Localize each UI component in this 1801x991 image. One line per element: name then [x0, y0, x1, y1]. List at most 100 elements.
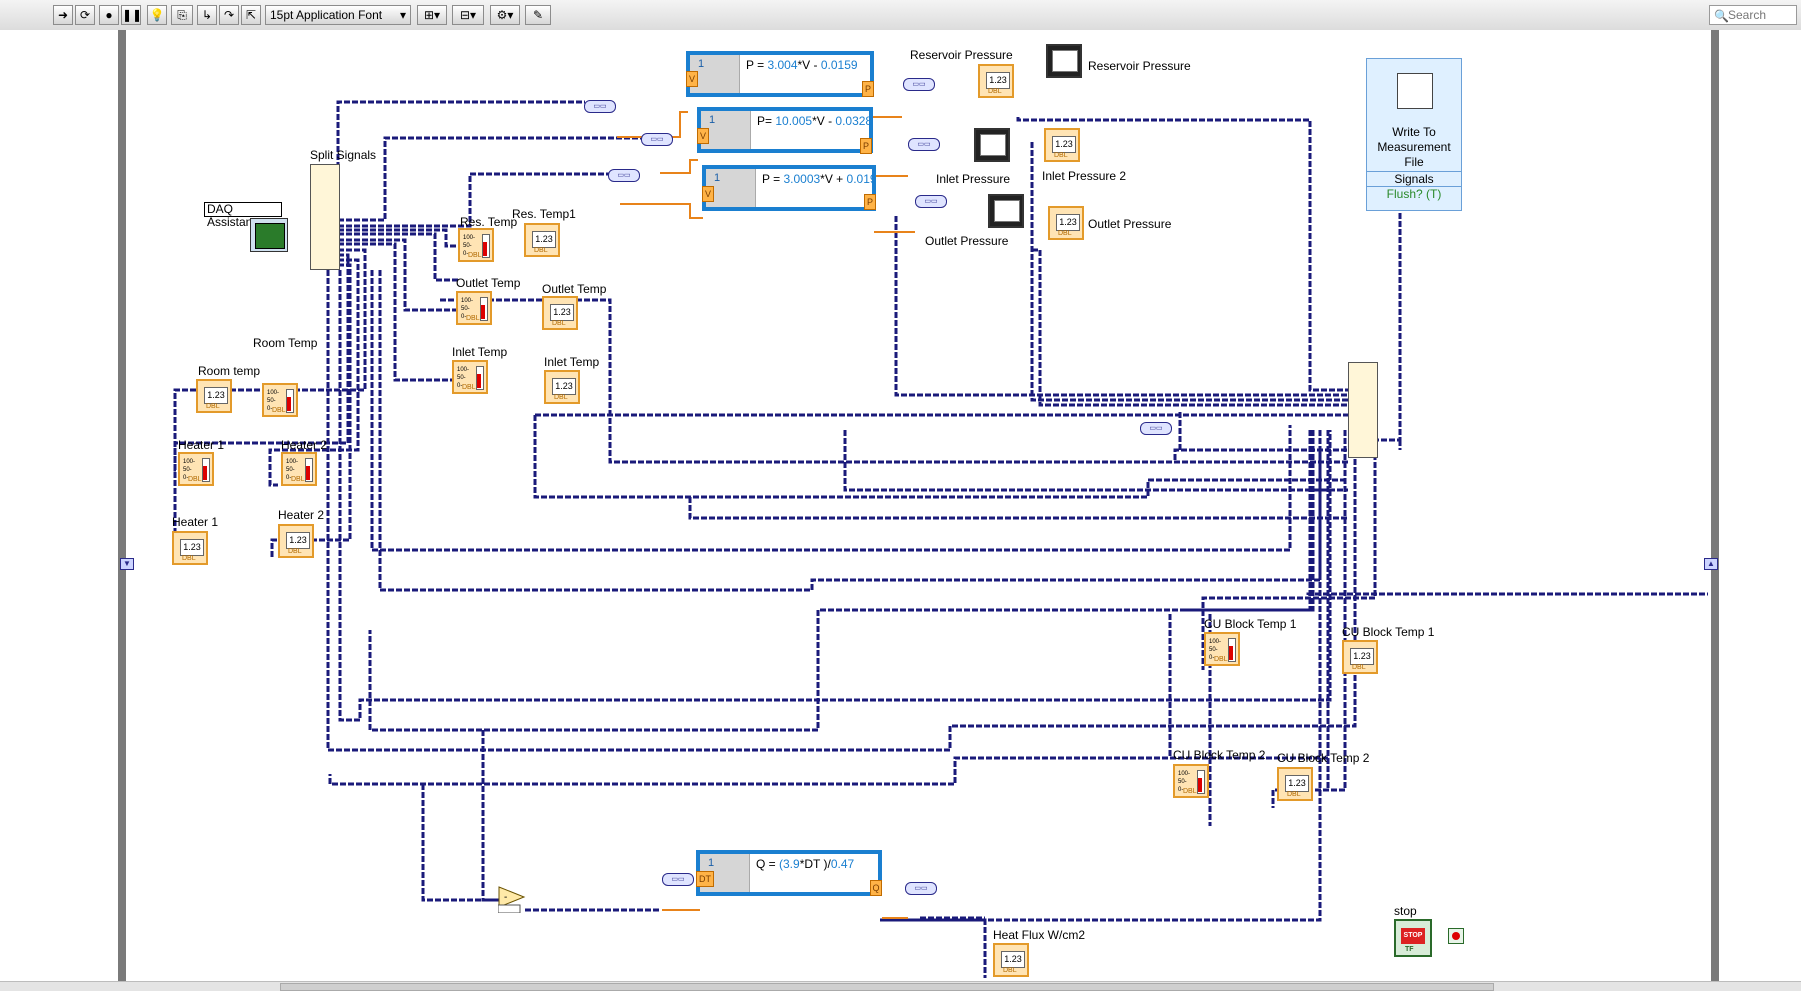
room-temp-thermometer[interactable]: 100- 50- 0- DBL	[262, 383, 298, 417]
formula-node-reservoir[interactable]: 1 P = 3.004*V - 0.0159	[686, 51, 874, 97]
to-dynamic-data-node[interactable]: ▭▭	[903, 78, 935, 91]
search-box[interactable]: 🔍 Search	[1709, 5, 1797, 25]
block-diagram-toolbar: ➜ ⟳ ● ❚❚ 💡 ⎘ ↳ ↷ ⇱ 15pt Application Font…	[0, 0, 1801, 31]
formula-input-v[interactable]: V	[702, 186, 714, 202]
chart-icon	[1052, 50, 1078, 72]
cu-block-temp1-indicator[interactable]: 1.23 DBL	[1342, 640, 1378, 674]
step-over-button[interactable]: ↷	[219, 5, 239, 25]
formula-output-p[interactable]: P	[864, 194, 876, 210]
retain-wire-values-button[interactable]: ⎘	[171, 5, 193, 25]
chevron-down-icon: ▾	[399, 8, 406, 22]
formula-input-v[interactable]: V	[686, 71, 698, 87]
wires-layer	[172, 100, 1708, 978]
heater1-num-label: Heater 1	[172, 515, 219, 529]
split-signals-label: Split Signals	[310, 148, 377, 162]
outlet-pressure-indicator[interactable]: 1.23 DBL	[1048, 206, 1084, 240]
daq-assistant-label: DAQ Assistant	[204, 202, 282, 229]
from-dynamic-data-node[interactable]: ▭▭	[608, 169, 640, 182]
stop-button-control[interactable]: STOP TF	[1394, 919, 1432, 957]
reservoir-pressure-indicator[interactable]: 1.23 DBL	[978, 64, 1014, 98]
font-selector[interactable]: 15pt Application Font ▾	[265, 5, 411, 25]
outlet-temp-num-label: Outlet Temp	[542, 282, 607, 296]
split-signals-node[interactable]	[310, 164, 340, 270]
daq-icon	[255, 223, 285, 249]
inlet-pressure-chart-label: Inlet Pressure	[936, 172, 1011, 186]
formula-node-inlet[interactable]: 1 P= 10.005*V - 0.0328	[697, 107, 873, 153]
heater1-therm-label: Heater 1	[178, 438, 225, 452]
formula-expression: P= 10.005*V - 0.0328	[757, 114, 873, 128]
heater2-therm-label: Heater 2	[281, 438, 328, 452]
chart-icon	[994, 200, 1020, 222]
outlet-pressure-chart-label: Outlet Pressure	[925, 234, 1009, 248]
heat-flux-indicator[interactable]: 1.23 DBL	[993, 943, 1029, 977]
formula-node-heat-flux[interactable]: 1 Q = (3.9*DT )/0.47	[696, 850, 882, 896]
scrollbar-thumb[interactable]	[280, 983, 1494, 991]
from-dynamic-data-node[interactable]: ▭▭	[641, 133, 673, 146]
from-dynamic-data-node[interactable]: ▭▭	[584, 100, 616, 113]
heater2-thermometer[interactable]: 100- 50- 0- DBL	[281, 452, 317, 486]
horizontal-scrollbar[interactable]	[0, 981, 1801, 991]
write-file-signals-terminal[interactable]: Signals	[1367, 171, 1461, 187]
chart-icon	[980, 134, 1006, 156]
formula-output-p[interactable]: P	[862, 81, 874, 97]
reservoir-pressure-chart[interactable]	[1046, 44, 1082, 78]
inlet-pressure-chart[interactable]	[974, 128, 1010, 162]
run-continuously-button[interactable]: ⟳	[75, 5, 95, 25]
align-objects-button[interactable]: ⊞▾	[417, 5, 447, 25]
inlet-temp-therm-label: Inlet Temp	[452, 345, 508, 359]
inlet-temp-indicator[interactable]: 1.23 DBL	[544, 370, 580, 404]
svg-text:-: -	[504, 892, 507, 903]
inlet-pressure-2-label: Inlet Pressure 2	[1042, 169, 1127, 183]
highlight-execution-button[interactable]: 💡	[147, 5, 167, 25]
room-temp-indicator[interactable]: 1.23 DBL	[196, 379, 232, 413]
pause-button[interactable]: ❚❚	[121, 5, 142, 25]
heater1-indicator[interactable]: 1.23 DBL	[172, 531, 208, 565]
distribute-objects-button[interactable]: ⊟▾	[452, 5, 484, 25]
res-temp-label: Res. Temp	[460, 215, 518, 229]
abort-button[interactable]: ●	[99, 5, 119, 25]
cu-block-temp1-num-label: CU Block Temp 1	[1342, 625, 1435, 639]
res-temp-thermometer[interactable]: 100- 50- 0- DBL	[458, 228, 494, 262]
inlet-temp-thermometer[interactable]: 100- 50- 0- DBL	[452, 360, 488, 394]
loop-condition-terminal[interactable]	[1448, 928, 1464, 944]
formula-output-q[interactable]: Q	[870, 880, 882, 896]
to-dynamic-data-node[interactable]: ▭▭	[908, 138, 940, 151]
reservoir-pressure-chart-label: Reservoir Pressure	[1088, 59, 1191, 73]
heater2-indicator[interactable]: 1.23 DBL	[278, 524, 314, 558]
step-into-button[interactable]: ↳	[197, 5, 217, 25]
merge-signals-node[interactable]	[1348, 362, 1378, 458]
cu-block-temp2-indicator[interactable]: 1.23 DBL	[1277, 767, 1313, 801]
outlet-pressure-ind-label: Outlet Pressure	[1088, 217, 1172, 231]
formula-input-v[interactable]: V	[697, 128, 709, 144]
block-diagram-canvas: ▼ ▲ DAQ Assistant Split Signals 1 P = 3.…	[0, 30, 1801, 991]
formula-expression: Q = (3.9*DT )/0.47	[756, 857, 855, 871]
outlet-pressure-chart[interactable]	[988, 194, 1024, 228]
step-out-button[interactable]: ⇱	[241, 5, 261, 25]
outlet-temp-thermometer[interactable]: 100- 50- 0- DBL	[456, 291, 492, 325]
cu-block-temp2-thermometer[interactable]: 100- 50- 0- DBL	[1173, 764, 1209, 798]
to-dynamic-data-node[interactable]: ▭▭	[905, 882, 937, 895]
inlet-pressure-2-indicator[interactable]: 1.23 DBL	[1044, 128, 1080, 162]
clean-up-diagram-button[interactable]: ✎	[525, 5, 551, 25]
res-temp1-indicator[interactable]: 1.23 DBL	[524, 223, 560, 257]
subtract-function[interactable]: -	[498, 885, 528, 913]
daq-assistant-express-vi[interactable]	[250, 218, 288, 252]
cu-block-temp2-num-label: CU Block Temp 2	[1277, 751, 1370, 765]
outlet-temp-therm-label: Outlet Temp	[456, 276, 521, 290]
run-button[interactable]: ➜	[53, 5, 73, 25]
outlet-temp-indicator[interactable]: 1.23 DBL	[542, 296, 578, 330]
cu-block-temp1-thermometer[interactable]: 100- 50- 0- DBL	[1204, 632, 1240, 666]
to-dynamic-data-node[interactable]: ▭▭	[915, 195, 947, 208]
from-dynamic-data-node[interactable]: ▭▭	[662, 873, 694, 886]
reorder-button[interactable]: ⚙▾	[490, 5, 520, 25]
write-to-measurement-file-vi[interactable]: Write To Measurement File Signals Flush?…	[1366, 58, 1462, 211]
formula-input-dt[interactable]: DT	[696, 871, 714, 887]
heater1-thermometer[interactable]: 100- 50- 0- DBL	[178, 452, 214, 486]
to-dynamic-data-node[interactable]: ▭▭	[1140, 422, 1172, 435]
formula-output-p[interactable]: P	[860, 138, 872, 154]
formula-node-outlet[interactable]: 1 P = 3.0003*V + 0.019	[702, 165, 877, 211]
room-temp-lower-label: Room temp	[198, 364, 261, 378]
cu-block-temp1-therm-label: CU Block Temp 1	[1204, 617, 1297, 631]
stop-condition-icon	[1452, 932, 1460, 940]
write-file-flush-terminal[interactable]: Flush? (T)	[1367, 186, 1461, 202]
